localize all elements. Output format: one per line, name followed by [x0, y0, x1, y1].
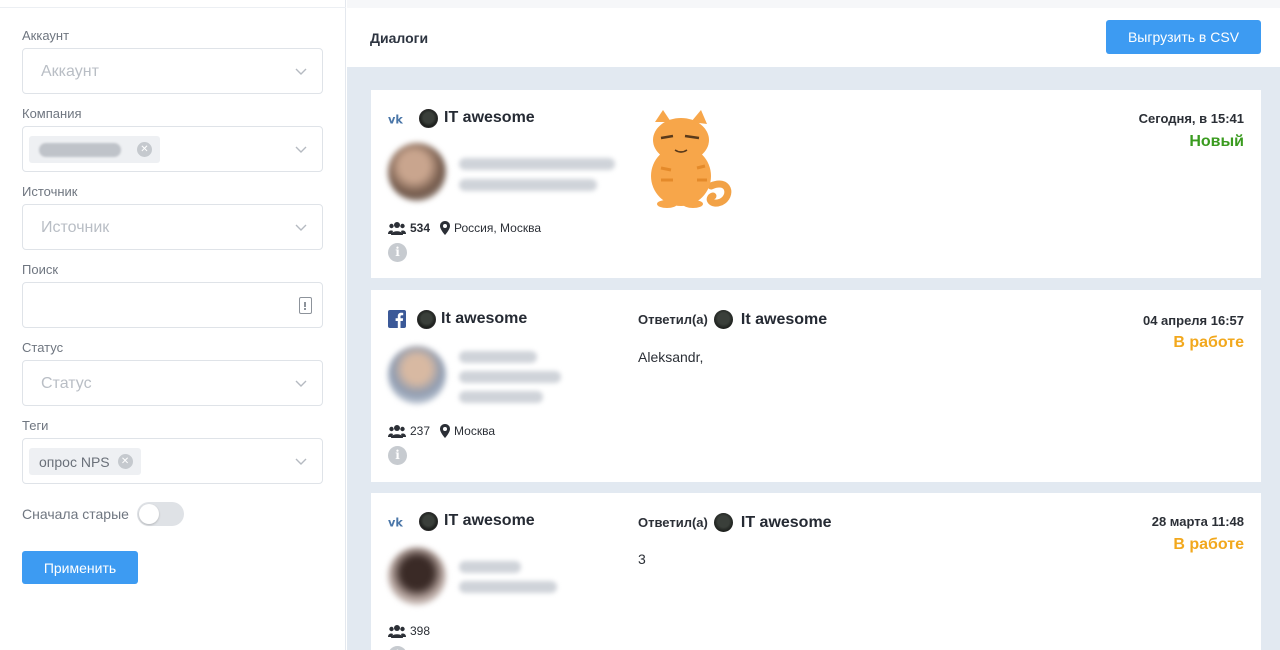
- user-stats: 534 Россия, Москва: [388, 221, 541, 235]
- account-avatar: [419, 512, 438, 531]
- user-name-hidden: [459, 351, 537, 363]
- replied-by: Ответил(а) IT awesome: [638, 513, 832, 532]
- company-chip[interactable]: ✕: [29, 136, 160, 163]
- location-text: Россия, Москва: [454, 221, 542, 235]
- users-icon: [388, 222, 406, 235]
- user-name-hidden: [459, 158, 615, 170]
- source-select[interactable]: Источник: [22, 204, 323, 250]
- company-select[interactable]: ✕: [22, 126, 323, 172]
- apply-button[interactable]: Применить: [22, 551, 138, 584]
- user-avatar[interactable]: [388, 143, 446, 201]
- filter-sidebar: Аккаунт Аккаунт Компания ✕ Источник Исто…: [0, 0, 346, 650]
- status-label: Статус: [22, 340, 64, 355]
- location-text: Москва: [454, 424, 495, 438]
- user-surname-hidden: [459, 371, 561, 383]
- replied-account-avatar: [713, 513, 733, 532]
- status-select[interactable]: Статус: [22, 360, 323, 406]
- dialog-card[interactable]: vk IT awesome 534 Россия, Москва i Сегод…: [371, 90, 1261, 278]
- chip-remove-icon[interactable]: ✕: [117, 454, 133, 469]
- location-pin-icon: [440, 221, 451, 235]
- user-handle-hidden: [459, 581, 557, 593]
- search-label: Поиск: [22, 262, 59, 277]
- chevron-down-icon: [295, 68, 307, 75]
- svg-text:vk: vk: [388, 517, 403, 530]
- message-text: 3: [638, 551, 646, 567]
- chevron-down-icon: [295, 146, 307, 153]
- search-input[interactable]: [22, 282, 323, 328]
- status-badge: Новый: [1189, 133, 1244, 150]
- account-avatar: [417, 310, 436, 329]
- account-name[interactable]: It awesome: [441, 310, 527, 328]
- dialog-date: Сегодня, в 15:41: [1138, 111, 1244, 126]
- account-avatar: [419, 109, 438, 128]
- dialog-card[interactable]: It awesome 237 Москва i Ответил(а) It aw…: [371, 290, 1261, 482]
- location-pin-icon: [440, 424, 451, 438]
- cat-sticker-icon: [651, 110, 732, 208]
- toggle-knob: [139, 504, 159, 524]
- facebook-icon: [388, 310, 406, 328]
- status-badge: В работе: [1173, 334, 1244, 351]
- dialogs-panel: Диалоги Выгрузить в CSV vk IT awesome 53…: [347, 0, 1280, 650]
- info-icon[interactable]: i: [388, 243, 407, 262]
- svg-text:vk: vk: [388, 114, 403, 127]
- info-icon[interactable]: i: [388, 646, 407, 650]
- dialog-date: 28 марта 11:48: [1151, 514, 1244, 529]
- users-icon: [388, 425, 406, 438]
- source-label: Источник: [22, 184, 78, 199]
- user-avatar[interactable]: [388, 346, 446, 404]
- company-chip-hidden-text: [39, 142, 121, 157]
- replied-account-avatar: [713, 310, 733, 329]
- user-handle-hidden: [459, 391, 543, 403]
- chip-remove-icon[interactable]: ✕: [137, 142, 152, 157]
- replied-account-name[interactable]: IT awesome: [741, 514, 832, 532]
- replied-by: Ответил(а) It awesome: [638, 310, 827, 329]
- tags-label: Теги: [22, 418, 49, 433]
- user-handle-hidden: [459, 179, 597, 191]
- tag-chip[interactable]: опрос NPS ✕: [29, 448, 141, 475]
- account-name[interactable]: IT awesome: [444, 512, 535, 530]
- chevron-down-icon: [295, 224, 307, 231]
- followers-count: 398: [410, 624, 431, 638]
- status-badge: В работе: [1173, 536, 1244, 553]
- dialog-date: 04 апреля 16:57: [1142, 313, 1244, 328]
- chevron-down-icon: [295, 380, 307, 387]
- replied-account-name[interactable]: It awesome: [741, 311, 827, 329]
- info-icon[interactable]: i: [388, 446, 407, 465]
- vk-icon: vk: [388, 114, 403, 127]
- account-select[interactable]: Аккаунт: [22, 48, 323, 94]
- export-csv-button[interactable]: Выгрузить в CSV: [1106, 20, 1261, 54]
- followers-count: 237: [410, 424, 431, 438]
- chevron-down-icon: [295, 458, 307, 465]
- account-name[interactable]: IT awesome: [444, 109, 535, 127]
- account-placeholder: Аккаунт: [41, 63, 99, 80]
- page-title: Диалоги: [370, 30, 429, 46]
- user-stats: 398: [388, 624, 440, 638]
- status-placeholder: Статус: [41, 375, 92, 392]
- message-text: Aleksandr,: [638, 349, 704, 365]
- company-label: Компания: [22, 106, 82, 121]
- tag-chip-label: опрос NPS: [39, 453, 110, 470]
- vk-icon: vk: [388, 517, 403, 530]
- users-icon: [388, 625, 406, 638]
- replied-label: Ответил(а): [638, 515, 708, 530]
- user-name-hidden: [459, 561, 521, 573]
- user-stats: 237 Москва: [388, 424, 495, 438]
- tags-select[interactable]: опрос NPS ✕: [22, 438, 323, 484]
- dialog-card[interactable]: vk IT awesome 398 i Ответил(а) IT awesom…: [371, 493, 1261, 650]
- source-placeholder: Источник: [41, 219, 110, 236]
- sort-oldest-label: Сначала старые: [22, 506, 129, 522]
- sort-oldest-toggle[interactable]: [137, 502, 184, 526]
- followers-count: 534: [410, 221, 431, 235]
- account-label: Аккаунт: [22, 28, 70, 43]
- user-avatar[interactable]: [388, 547, 446, 605]
- autofill-key-icon[interactable]: [299, 297, 312, 314]
- dialogs-header: Диалоги Выгрузить в CSV: [347, 0, 1280, 67]
- replied-label: Ответил(а): [638, 312, 708, 327]
- sidebar-top-divider: [0, 0, 346, 8]
